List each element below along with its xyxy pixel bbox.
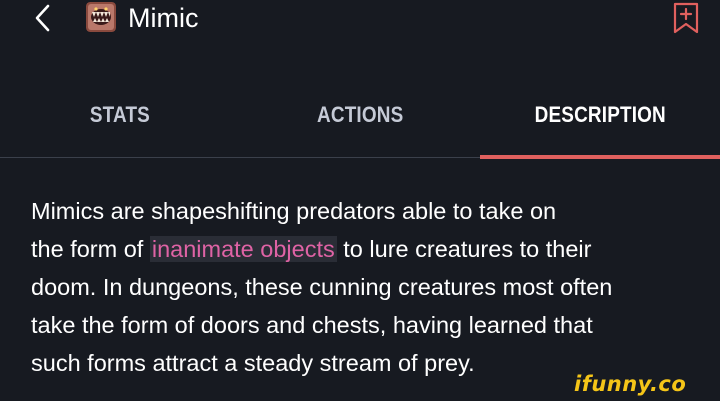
tab-actions[interactable]: ACTIONS [240,80,480,158]
description-text-segment: the form of [31,236,150,262]
tab-description[interactable]: DESCRIPTION [480,80,720,158]
bookmark-plus-icon [673,2,699,34]
page-title: Mimic [128,3,199,33]
tab-actions-label: ACTIONS [316,102,404,127]
description-text-segment: to lure creatures to their [336,236,592,262]
description-line: take the form of doors and chests, havin… [31,312,593,338]
inanimate-objects-link[interactable]: inanimate objects [149,236,337,262]
tab-stats[interactable]: STATS [0,80,240,158]
description-line: the form of inanimate objects to lure cr… [31,230,701,268]
ifunny-watermark: ifunny.co [574,372,687,396]
tab-description-label: DESCRIPTION [534,102,666,127]
mimic-monster-icon [86,2,116,32]
description-line: doom. In dungeons, these cunning creatur… [31,274,613,300]
app-bar: Mimic [0,0,720,38]
active-tab-indicator [480,155,720,159]
tab-bar: STATS ACTIONS DESCRIPTION [0,80,720,158]
bookmark-button[interactable] [672,2,700,34]
chevron-left-icon [35,4,50,32]
tab-stats-label: STATS [89,102,151,127]
description-line: Mimics are shapeshifting predators able … [31,198,557,224]
back-button[interactable] [28,2,60,34]
description-text: Mimics are shapeshifting predators able … [31,192,701,382]
